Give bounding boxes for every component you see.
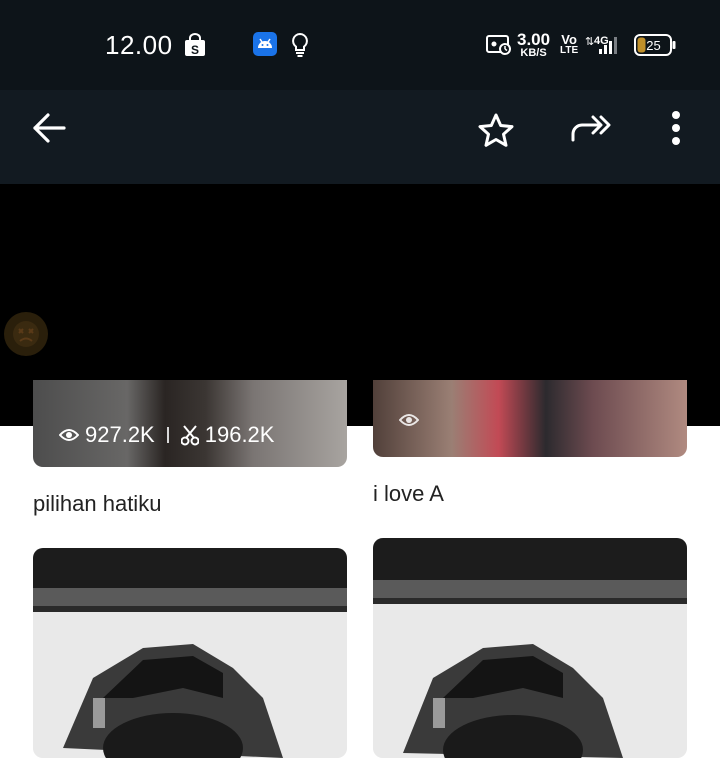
svg-text:S: S (191, 43, 199, 57)
template-card-3[interactable] (33, 548, 347, 758)
template-card-2[interactable] (373, 380, 687, 457)
card-1-stats: 927.2K 196.2K (59, 422, 274, 448)
card-2-caption[interactable]: i love A (373, 481, 444, 507)
android-notification-icon (253, 32, 277, 61)
bulb-icon (290, 32, 310, 63)
card-2-stats (399, 412, 419, 428)
star-icon (478, 113, 514, 147)
eye-icon (399, 414, 419, 426)
share-button[interactable] (566, 104, 618, 152)
battery-icon: 25 (634, 34, 676, 61)
back-arrow-icon (33, 113, 66, 143)
scissors-icon (180, 425, 199, 446)
stats-divider (166, 427, 169, 443)
status-bar: 12.00 S 3.00 KB/S Vo LTE ⇅ 4G 25 (0, 0, 720, 90)
svg-text:⇅: ⇅ (585, 36, 594, 48)
thumbnail-image (33, 548, 347, 758)
status-time: 12.00 (105, 30, 173, 60)
favorite-button[interactable] (472, 106, 520, 154)
net-speed-value: 3.00 (517, 30, 551, 49)
card-1-views: 927.2K (85, 422, 155, 447)
battery-level: 25 (646, 38, 660, 53)
card-1-uses: 196.2K (204, 422, 275, 447)
app-bar (0, 90, 720, 184)
card-1-caption[interactable]: pilihan hatiku (33, 491, 161, 517)
net-speed-unit: KB/S (520, 47, 547, 59)
template-card-1[interactable]: 927.2K 196.2K (33, 380, 347, 467)
more-vert-icon (672, 111, 680, 145)
volte-bottom: LTE (560, 45, 579, 56)
signal-icon: ⇅ 4G (585, 32, 625, 61)
volte-label: Vo LTE (560, 33, 578, 56)
more-options-button[interactable] (656, 104, 696, 152)
net-speed: 3.00 KB/S (517, 31, 550, 59)
thumbnail-image (373, 538, 687, 758)
template-card-4[interactable] (373, 538, 687, 758)
eye-icon (59, 429, 79, 441)
shopee-bag-icon: S (184, 33, 206, 62)
share-icon (571, 115, 611, 142)
screen-record-icon (486, 35, 512, 60)
emoji-icon (4, 312, 48, 356)
back-button[interactable] (22, 104, 76, 152)
